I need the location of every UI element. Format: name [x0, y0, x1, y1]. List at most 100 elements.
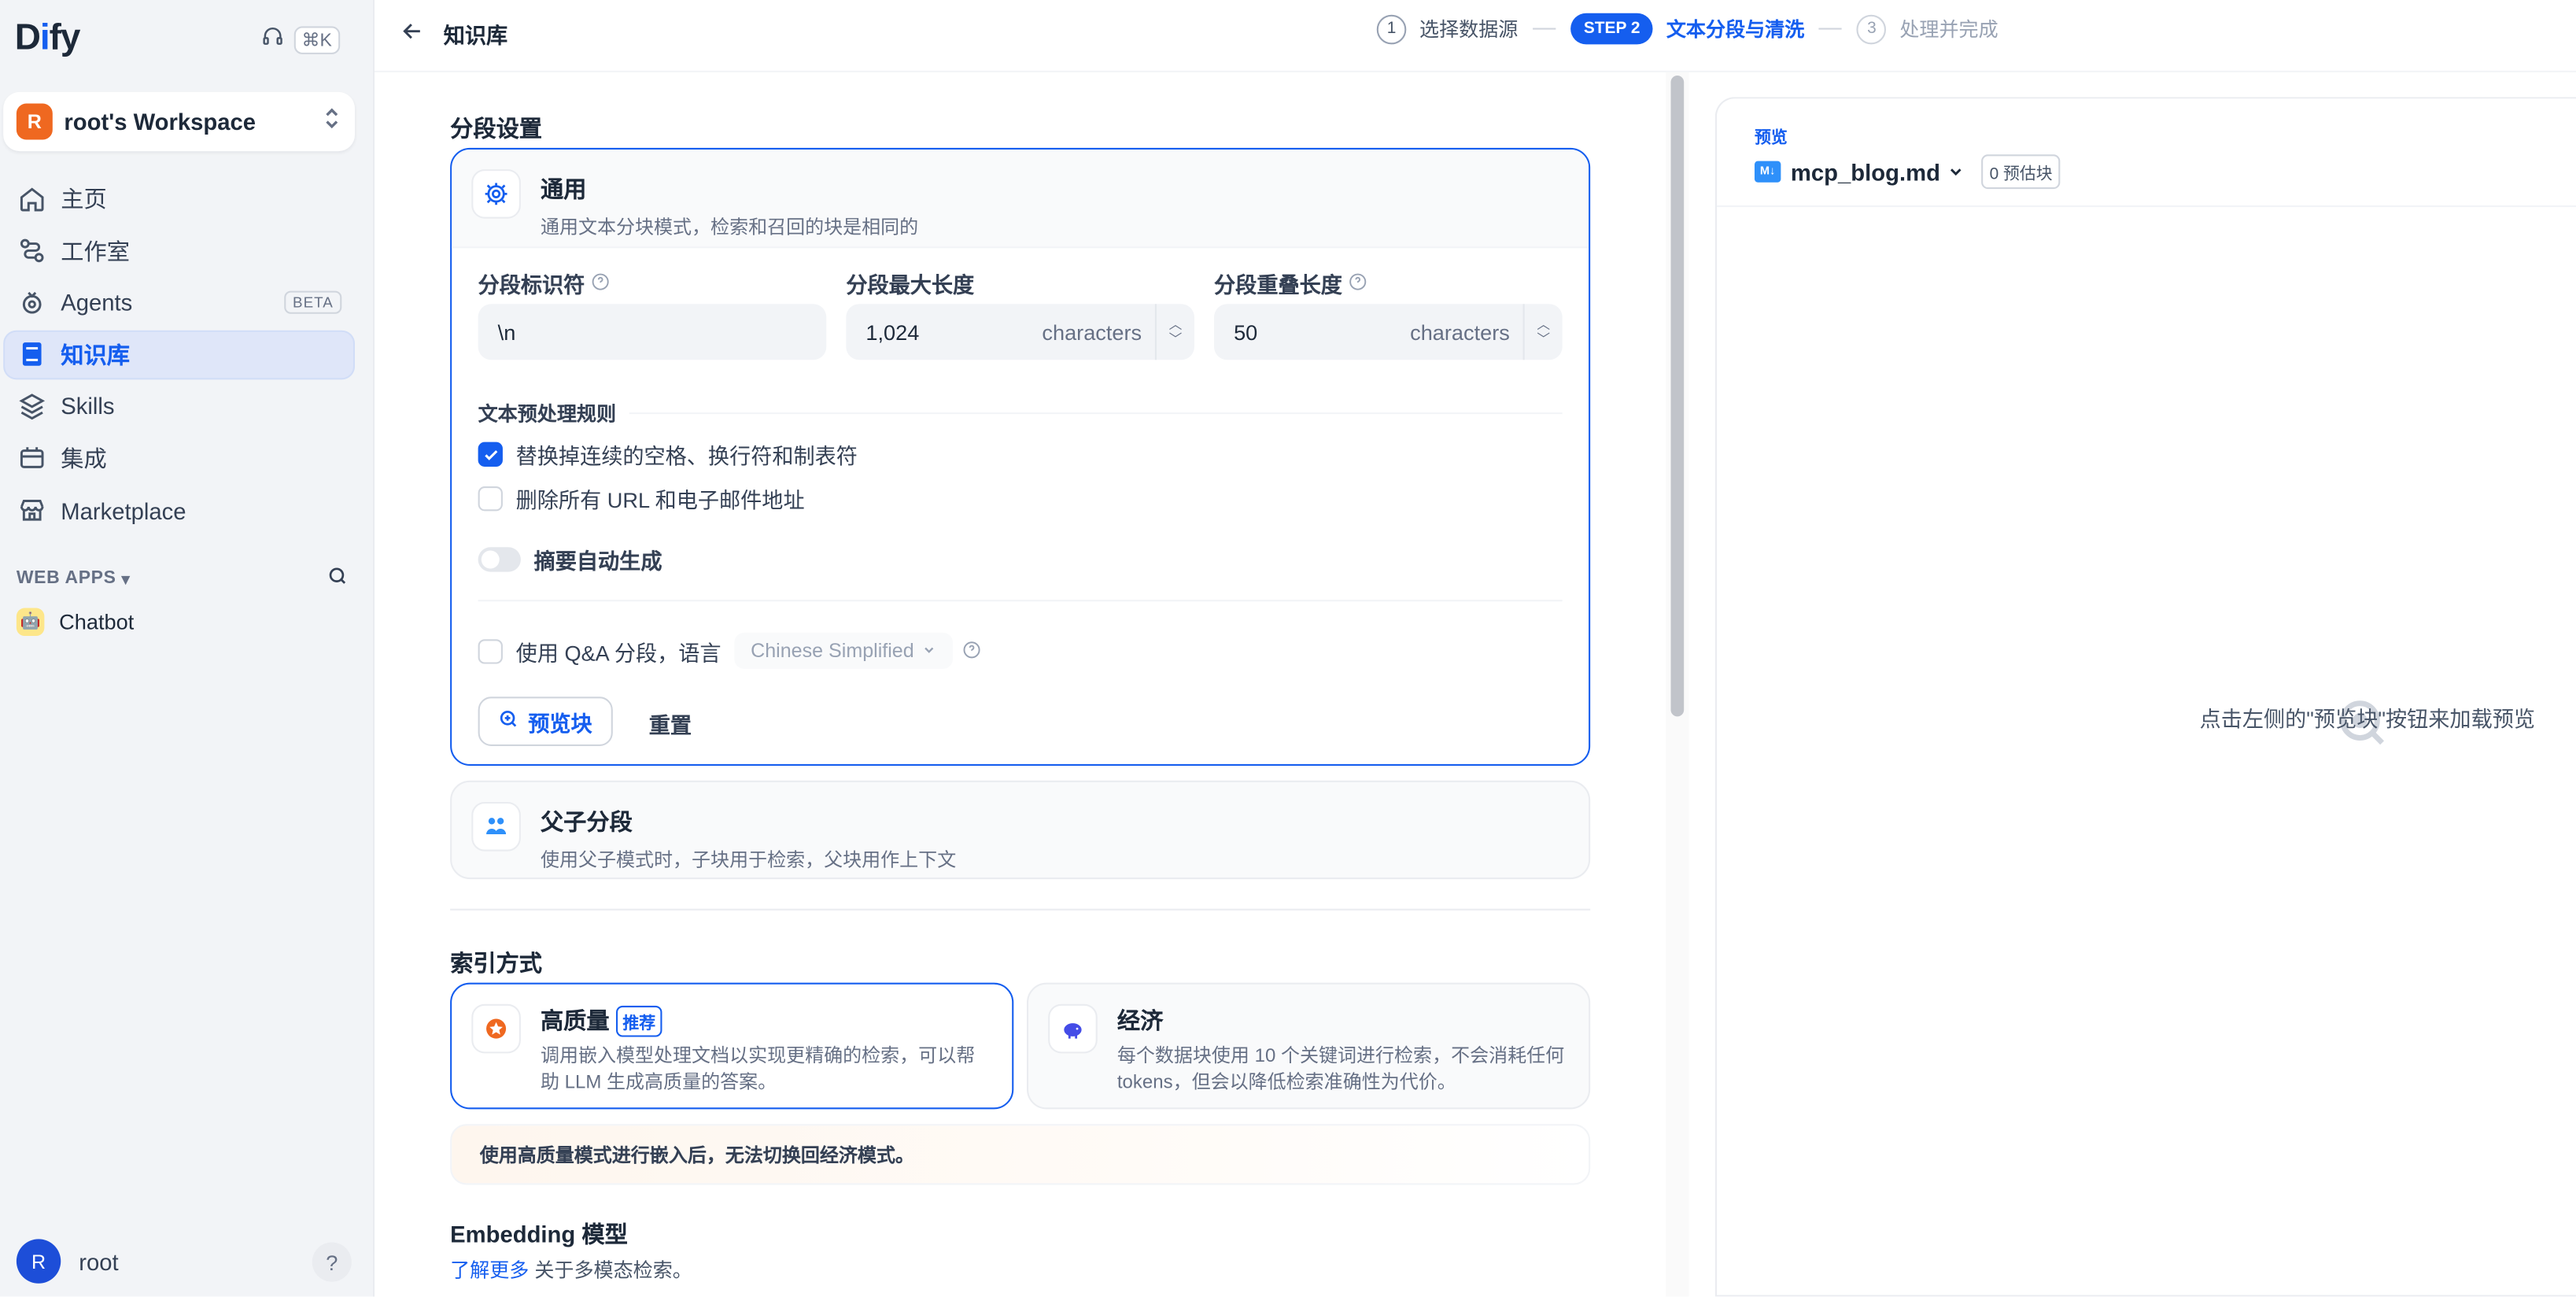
- zoom-icon: [499, 708, 520, 734]
- preview-file-name: mcp_blog.md: [1790, 158, 1940, 185]
- info-icon: [963, 638, 981, 663]
- preview-chunk-button[interactable]: 预览块: [478, 697, 613, 746]
- sidebar: Dify ⌘K R root's Workspace 主页 工作室 Agents…: [0, 0, 375, 1297]
- user-account[interactable]: R root: [16, 1239, 119, 1284]
- scrollbar-thumb[interactable]: [1670, 76, 1685, 717]
- segment-settings-title: 分段设置: [450, 115, 543, 142]
- max-length-label: 分段最大长度: [846, 272, 975, 297]
- sidebar-item-knowledge[interactable]: 知识库: [3, 330, 356, 379]
- chevron-down-icon: [1947, 158, 1965, 184]
- help-button[interactable]: ?: [312, 1242, 352, 1282]
- overlap-input[interactable]: 50 characters ︿ ﹀: [1214, 304, 1563, 360]
- sidebar-top-actions: ⌘K: [260, 24, 341, 56]
- step-1: 1 选择数据源: [1376, 13, 1518, 44]
- back-arrow-icon[interactable]: [400, 20, 423, 51]
- parent-child-card[interactable]: 父子分段 使用父子模式时，子块用于检索，父块用作上下文: [450, 780, 1591, 880]
- agent-icon: [22, 291, 42, 313]
- step-3: 3 处理并完成: [1857, 13, 1998, 44]
- web-apps-header[interactable]: WEB APPS ▾: [17, 565, 349, 591]
- delimiter-label: 分段标识符: [478, 268, 847, 299]
- auto-summary-row[interactable]: 摘要自动生成: [478, 544, 662, 575]
- divider: [478, 600, 1563, 602]
- high-quality-desc: 调用嵌入模型处理文档以实现更精确的检索，可以帮助 LLM 生成高质量的答案。: [540, 1047, 976, 1093]
- parent-child-icon: [471, 801, 521, 852]
- section-divider: [450, 908, 1591, 911]
- web-app-chatbot[interactable]: 🤖 Chatbot: [16, 608, 134, 637]
- preview-label: 预览: [1754, 129, 1788, 148]
- high-quality-title: 高质量: [540, 1007, 610, 1034]
- recommended-badge: 推荐: [616, 1004, 662, 1036]
- general-chunk-card[interactable]: 通用 通用文本分块模式，检索和召回的块是相同的 分段标识符 分段最大长度 分段重…: [450, 147, 1591, 767]
- parent-child-desc: 使用父子模式时，子块用于检索，父块用作上下文: [540, 851, 957, 871]
- preview-file-select[interactable]: M↓ mcp_blog.md 0 预估块: [1754, 154, 2061, 190]
- sidebar-item-marketplace[interactable]: Marketplace: [3, 486, 355, 535]
- auto-summary-toggle[interactable]: [478, 547, 521, 572]
- learn-more-link[interactable]: 了解更多: [450, 1258, 529, 1281]
- preview-divider: [1716, 205, 2576, 208]
- economy-desc: 每个数据块使用 10 个关键词进行检索，不会消耗任何 tokens，但会以降低检…: [1116, 1047, 1565, 1093]
- user-name: root: [79, 1247, 119, 1275]
- delimiter-input[interactable]: \n: [478, 304, 827, 360]
- qa-language-select[interactable]: Chinese Simplified: [734, 632, 954, 669]
- studio-icon: [20, 238, 44, 263]
- step-divider: [1533, 28, 1556, 30]
- info-icon: [592, 272, 610, 296]
- page-title: 知识库: [443, 23, 508, 48]
- overlap-label: 分段重叠长度: [1214, 268, 1582, 299]
- sidebar-item-integration[interactable]: 集成: [3, 434, 355, 483]
- preprocess-title: 文本预处理规则: [478, 399, 1563, 427]
- stepper-arrows[interactable]: ︿ ﹀: [1522, 304, 1563, 360]
- sidebar-item-skills[interactable]: Skills: [3, 382, 355, 431]
- stepper-arrows[interactable]: ︿ ﹀: [1154, 304, 1194, 360]
- layers-icon: [19, 394, 46, 420]
- checkbox-checked[interactable]: [478, 442, 503, 467]
- embedding-learn-more: 了解更多 关于多模态检索。: [450, 1258, 692, 1282]
- knowledge-icon: [22, 342, 42, 367]
- stepper: 1 选择数据源 STEP 2 文本分段与清洗 3 处理并完成: [1376, 13, 1998, 45]
- index-economy-card[interactable]: 经济 每个数据块使用 10 个关键词进行检索，不会消耗任何 tokens，但会以…: [1027, 982, 1591, 1110]
- info-icon: [1349, 272, 1367, 296]
- beta-badge: BETA: [284, 290, 342, 315]
- rule-replace-spaces[interactable]: 替换掉连续的空格、换行符和制表符: [478, 438, 858, 470]
- sidebar-item-studio[interactable]: 工作室: [3, 226, 355, 275]
- caret-down-icon: ▾: [120, 569, 131, 589]
- markdown-icon: M↓: [1754, 161, 1781, 183]
- headset-icon[interactable]: [260, 24, 283, 56]
- chevron-down-icon: [922, 639, 937, 662]
- dify-logo[interactable]: Dify: [15, 17, 81, 59]
- general-chunk-header: 通用 通用文本分块模式，检索和召回的块是相同的: [452, 150, 1589, 249]
- high-quality-icon: [471, 1003, 521, 1054]
- chatbot-icon: 🤖: [16, 608, 45, 637]
- embedding-model-title: Embedding 模型: [450, 1221, 628, 1247]
- user-avatar: R: [16, 1239, 61, 1284]
- estimated-chunks-badge: 0 预估块: [1981, 154, 2061, 190]
- field-labels: 分段标识符 分段最大长度 分段重叠长度: [478, 268, 1582, 299]
- index-high-quality-card[interactable]: 高质量 推荐 调用嵌入模型处理文档以实现更精确的检索，可以帮助 LLM 生成高质量…: [450, 982, 1014, 1110]
- search-icon[interactable]: [327, 565, 349, 591]
- piggy-bank-icon: [1048, 1003, 1098, 1054]
- economy-title: 经济: [1116, 1007, 1164, 1034]
- chunk-fields: \n 1,024 characters ︿ ﹀ 50 characters ︿ ﹀: [478, 304, 1563, 360]
- rule-remove-urls[interactable]: 删除所有 URL 和电子邮件地址: [478, 483, 805, 515]
- workspace-name: root's Workspace: [64, 108, 256, 135]
- top-header: 知识库 1 选择数据源 STEP 2 文本分段与清洗 3 处理并完成: [375, 0, 2576, 72]
- reset-button[interactable]: 重置: [649, 708, 692, 740]
- high-quality-warning: 使用高质量模式进行嵌入后，无法切换回经济模式。: [450, 1124, 1591, 1185]
- store-icon: [20, 500, 44, 521]
- app-root: Dify ⌘K R root's Workspace 主页 工作室 Agents…: [0, 0, 2576, 1297]
- main-scrollbar[interactable]: [1666, 72, 1689, 1297]
- checkbox[interactable]: [478, 638, 503, 663]
- general-title: 通用: [540, 176, 587, 202]
- workspace-switcher[interactable]: R root's Workspace: [3, 91, 356, 152]
- checkbox[interactable]: [478, 486, 503, 512]
- shortcut-badge: ⌘K: [293, 26, 341, 54]
- sidebar-item-home[interactable]: 主页: [3, 174, 355, 224]
- qa-segment-row[interactable]: 使用 Q&A 分段，语言 Chinese Simplified: [478, 632, 982, 669]
- sidebar-nav: 主页 工作室 Agents BETA 知识库 Skills 集成 Marketp…: [3, 174, 356, 538]
- home-icon: [20, 187, 44, 211]
- integration-icon: [20, 448, 44, 469]
- sidebar-item-agents[interactable]: Agents BETA: [3, 278, 355, 327]
- max-length-input[interactable]: 1,024 characters ︿ ﹀: [846, 304, 1194, 360]
- chevron-updown-icon: [322, 106, 341, 138]
- step-divider: [1819, 28, 1843, 30]
